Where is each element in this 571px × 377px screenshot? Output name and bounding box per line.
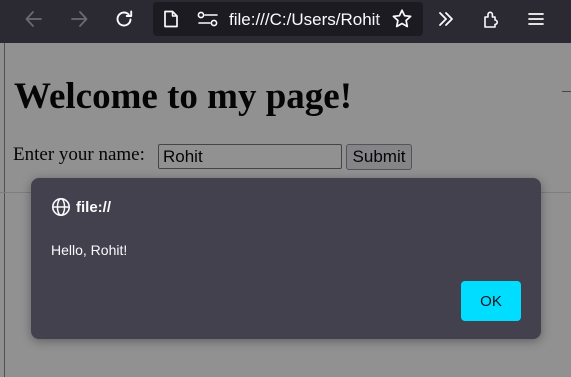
reload-icon [116,10,133,27]
back-arrow-icon [25,11,42,27]
alert-dialog: file:// Hello, Rohit! OK [31,178,541,339]
forward-arrow-icon [71,11,88,27]
address-bar[interactable]: file:///C:/Users/Rohit [153,2,423,36]
browser-toolbar: file:///C:/Users/Rohit [0,0,571,43]
star-icon [392,9,412,28]
overflow-button[interactable] [429,4,463,34]
extensions-button[interactable] [475,4,509,34]
hamburger-menu-icon [528,13,544,25]
page-icon [164,10,178,28]
globe-icon [52,198,70,216]
reload-button[interactable] [107,4,141,34]
back-button[interactable] [17,4,51,34]
dialog-origin: file:// [76,199,112,216]
ok-button[interactable]: OK [461,281,521,321]
app-menu-button[interactable] [519,4,553,34]
extensions-icon [484,11,498,28]
forward-button[interactable] [62,4,96,34]
chevron-double-right-icon [439,12,453,26]
permissions-icon[interactable] [197,11,219,27]
dialog-message: Hello, Rohit! [51,242,128,258]
bookmark-button[interactable] [385,4,419,34]
